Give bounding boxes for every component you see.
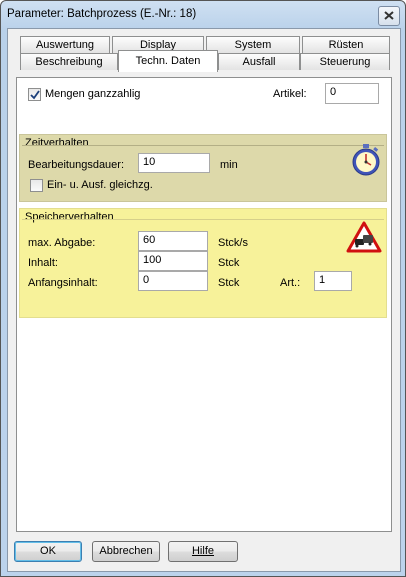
tab-beschreibung[interactable]: Beschreibung	[20, 53, 118, 70]
content-input[interactable]: 100	[138, 251, 208, 271]
tab-auswertung[interactable]: Auswertung	[20, 36, 110, 53]
speicherverhalten-title: Speicherverhalten	[24, 211, 115, 223]
initial-content-label: Anfangsinhalt:	[28, 277, 98, 289]
ok-button[interactable]: OK	[14, 541, 82, 562]
initial-content-input[interactable]: 0	[138, 271, 208, 291]
tab-strip: Auswertung Display System Rüsten Beschre…	[16, 36, 392, 78]
window-title: Parameter: Batchprozess (E.-Nr.: 18)	[7, 8, 197, 20]
tab-ausfall[interactable]: Ausfall	[218, 53, 300, 70]
dialog-client: Auswertung Display System Rüsten Beschre…	[7, 28, 401, 572]
tab-steuerung[interactable]: Steuerung	[300, 53, 390, 70]
tab-system[interactable]: System	[206, 36, 300, 53]
tab-panel-techn-daten: Mengen ganzzahlig Artikel: 0 Zeitverhalt…	[16, 77, 392, 532]
max-output-input[interactable]: 60	[138, 231, 208, 251]
traffic-jam-warning-icon	[346, 221, 382, 253]
tab-ruesten[interactable]: Rüsten	[302, 36, 390, 53]
help-button-label: Hilfe	[191, 545, 214, 557]
close-button[interactable]	[378, 6, 400, 26]
zeitverhalten-group: Zeitverhalten Bearbeitungsdauer: 10 min …	[19, 134, 387, 202]
duration-unit: min	[220, 159, 238, 171]
help-button[interactable]: Hilfe	[168, 541, 238, 562]
initial-content-unit: Stck	[218, 277, 240, 289]
zeitverhalten-title: Zeitverhalten	[24, 137, 90, 149]
duration-label: Bearbeitungsdauer:	[28, 159, 125, 171]
type-label: Art.:	[280, 277, 301, 289]
content-unit: Stck	[218, 257, 240, 269]
checkmark-icon	[30, 90, 40, 100]
title-bar[interactable]: Parameter: Batchprozess (E.-Nr.: 18)	[1, 1, 405, 27]
max-output-label: max. Abgabe:	[28, 237, 96, 249]
integer-checkbox[interactable]	[28, 88, 41, 101]
tab-techn-daten[interactable]: Techn. Daten	[118, 50, 218, 72]
integer-label: Mengen ganzzahlig	[45, 88, 141, 100]
duration-input[interactable]: 10	[138, 153, 210, 173]
article-input[interactable]: 0	[325, 83, 379, 104]
sync-checkbox[interactable]	[30, 179, 43, 192]
stopwatch-icon	[352, 144, 380, 176]
cancel-button[interactable]: Abbrechen	[92, 541, 160, 562]
content-label: Inhalt:	[28, 257, 58, 269]
sync-label: Ein- u. Ausf. gleichzg.	[47, 179, 153, 191]
article-label: Artikel:	[273, 88, 307, 100]
dialog-window: Parameter: Batchprozess (E.-Nr.: 18) Aus…	[0, 0, 406, 577]
close-icon	[384, 11, 394, 20]
type-input[interactable]: 1	[314, 271, 352, 291]
speicherverhalten-group: Speicherverhalten max. Abgabe: 60 Stck/s…	[19, 208, 387, 318]
max-output-unit: Stck/s	[218, 237, 248, 249]
